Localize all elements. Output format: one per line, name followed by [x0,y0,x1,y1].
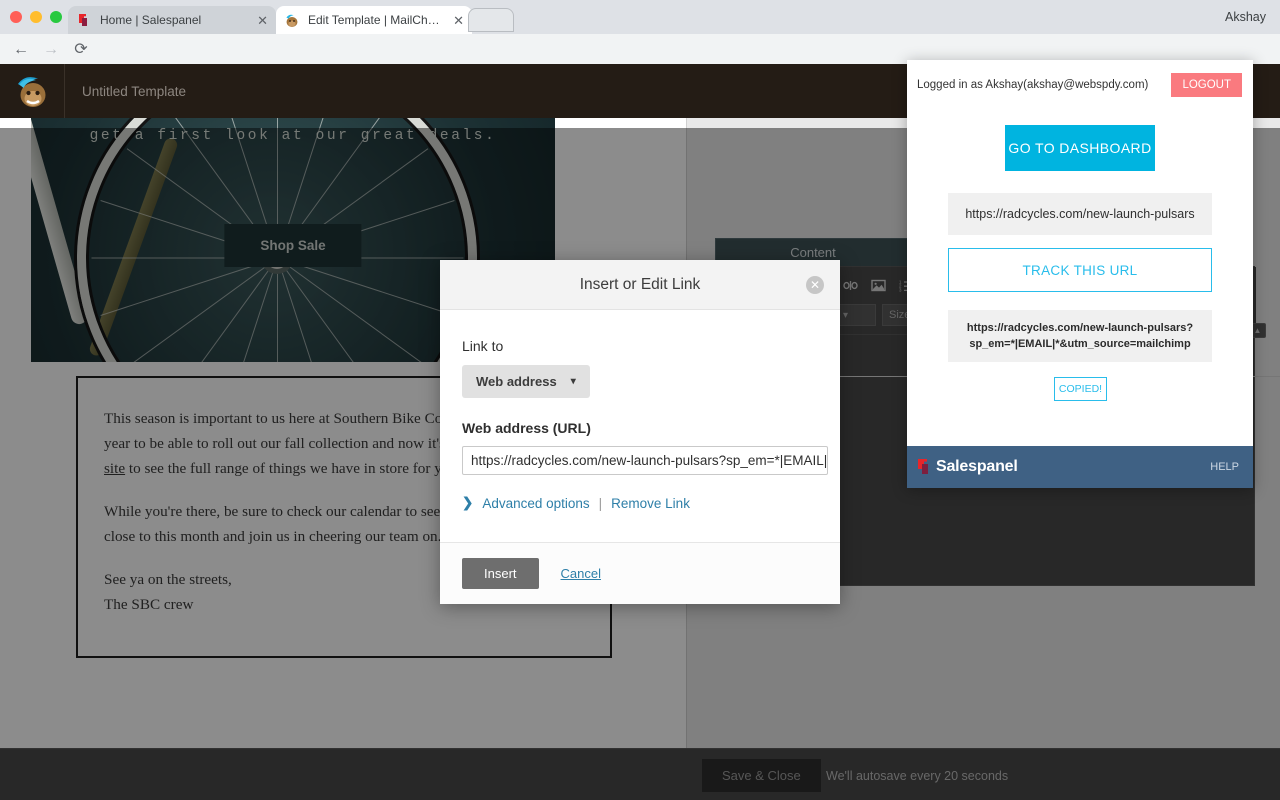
tab-close-icon[interactable]: ✕ [245,14,268,27]
tab-title: Edit Template | MailChimp [308,13,442,27]
tracked-url-line-1: https://radcycles.com/new-launch-pulsars… [966,322,1194,334]
advanced-options-link[interactable]: Advanced options [482,496,589,511]
insert-or-edit-link-dialog: Insert or Edit Link ✕ Link to Web addres… [440,260,840,604]
tab-home-salespanel[interactable]: Home | Salespanel ✕ [68,6,276,34]
template-title[interactable]: Untitled Template [82,84,186,99]
dialog-title: Insert or Edit Link [579,275,701,293]
forward-icon: → [43,41,59,58]
popup-footer: Salespanel HELP [907,446,1253,488]
logout-button[interactable]: LOGOUT [1171,73,1242,97]
remove-link-link[interactable]: Remove Link [611,496,690,511]
minimize-window-button[interactable] [30,11,42,23]
chevron-down-icon: ▾ [570,376,576,387]
dialog-links-row: ❯ Advanced options | Remove Link [462,495,818,511]
salespanel-brand: Salespanel [918,458,1018,476]
dialog-footer: Insert Cancel [440,542,840,604]
header-divider [64,64,65,118]
browser-chrome: Home | Salespanel ✕ Edit Template | Mail… [0,0,1280,94]
go-to-dashboard-button[interactable]: GO TO DASHBOARD [1005,125,1155,171]
copied-badge[interactable]: COPIED! [1054,377,1107,401]
window-traffic-lights[interactable] [10,11,62,23]
navigation-buttons: ← → ⟳ [8,40,94,60]
salespanel-brand-text: Salespanel [936,458,1018,475]
tab-title: Home | Salespanel [100,13,202,27]
tab-close-icon[interactable]: ✕ [441,14,464,27]
tab-strip: Home | Salespanel ✕ Edit Template | Mail… [0,0,1280,34]
tab-edit-template-mailchimp[interactable]: Edit Template | MailChimp ✕ [276,6,472,34]
tracked-url-display: https://radcycles.com/new-launch-pulsars… [948,310,1212,362]
chevron-right-icon[interactable]: ❯ [462,495,473,511]
dialog-header: Insert or Edit Link ✕ [440,260,840,310]
link-to-value: Web address [476,374,557,389]
maximize-window-button[interactable] [50,11,62,23]
links-separator: | [598,495,603,511]
help-link[interactable]: HELP [1210,461,1239,473]
profile-name[interactable]: Akshay [1225,10,1266,24]
link-to-label: Link to [462,338,504,354]
web-address-label: Web address (URL) [462,420,591,436]
cancel-button[interactable]: Cancel [561,566,601,581]
logged-in-status: Logged in as Akshay(akshay@webspdy.com) [917,79,1149,91]
back-icon[interactable]: ← [8,40,34,60]
web-address-input[interactable]: https://radcycles.com/new-launch-pulsars… [462,446,828,475]
popup-account-row: Logged in as Akshay(akshay@webspdy.com) … [907,60,1253,112]
salespanel-extension-popup: Logged in as Akshay(akshay@webspdy.com) … [907,60,1253,488]
mailchimp-favicon [284,12,300,28]
tracked-url-line-2: sp_em=*|EMAIL|*&utm_source=mailchimp [969,338,1191,350]
mailchimp-logo-icon[interactable] [14,72,52,110]
dialog-body: Link to Web address ▾ Web address (URL) … [440,310,840,511]
salespanel-logo-icon [918,459,932,475]
link-to-select[interactable]: Web address ▾ [462,365,590,398]
close-window-button[interactable] [10,11,22,23]
new-tab-button[interactable] [468,8,514,32]
track-this-url-button[interactable]: TRACK THIS URL [948,248,1212,292]
insert-button[interactable]: Insert [462,558,539,589]
source-url-display: https://radcycles.com/new-launch-pulsars [948,193,1212,235]
close-icon[interactable]: ✕ [806,276,824,294]
salespanel-favicon [76,12,92,28]
reload-icon[interactable]: ⟳ [68,40,94,60]
